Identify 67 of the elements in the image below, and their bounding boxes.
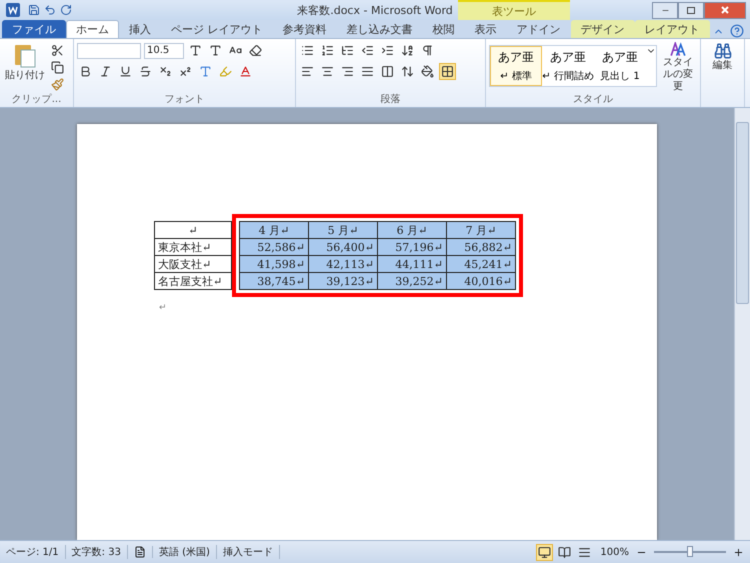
table-cell: 41,598↵	[240, 256, 308, 272]
word-count: 文字数: 33	[66, 545, 128, 559]
ribbon-tab[interactable]: 校閲	[422, 20, 464, 38]
zoom-level: 100%	[600, 546, 629, 558]
table-cell: 45,241↵	[446, 256, 516, 272]
table-cell: 42,113↵	[308, 256, 378, 272]
paragraph-mark: ↵	[159, 303, 168, 313]
table-cell: 40,016↵	[446, 272, 516, 290]
header-cell: ↵	[154, 222, 232, 238]
table-cell: 56,400↵	[308, 238, 378, 256]
clear-format-icon[interactable]	[247, 42, 264, 59]
help-icon[interactable]	[730, 24, 744, 38]
ribbon-tab[interactable]: 参考資料	[272, 20, 336, 38]
header-cell: 5 月↵	[308, 222, 378, 238]
style-item[interactable]: あア亜 ↵ 標準	[490, 46, 542, 86]
page-count: ページ: 1/1	[0, 545, 66, 559]
save-icon[interactable]	[28, 4, 40, 16]
close-button[interactable]	[704, 2, 746, 18]
ribbon-tab[interactable]: ページ レイアウト	[161, 20, 272, 38]
undo-icon[interactable]	[44, 4, 56, 16]
maximize-icon	[687, 6, 695, 14]
ribbon-tab[interactable]: レイアウト	[634, 20, 710, 38]
table-cell: 名古屋支社↵	[154, 272, 232, 290]
table-cell: 39,123↵	[308, 272, 378, 290]
ribbon-tab[interactable]: アドイン	[506, 20, 570, 38]
header-cell: 7 月↵	[446, 222, 516, 238]
table-cell: 57,196↵	[378, 238, 446, 256]
group-label: スタイル	[572, 93, 614, 107]
copy-icon[interactable]	[49, 59, 66, 76]
maximize-button[interactable]	[678, 2, 704, 18]
header-cell: 4 月↵	[240, 222, 308, 238]
group-label: 段落	[380, 93, 402, 107]
borders-icon[interactable]	[439, 63, 456, 80]
change-styles-button[interactable]: スタイルの変更	[659, 42, 697, 93]
font-name-field[interactable]	[77, 42, 141, 58]
insert-mode: 挿入モード	[216, 545, 280, 559]
redo-icon[interactable]	[60, 4, 72, 16]
table-cell: 56,882↵	[446, 238, 516, 256]
clipboard-icon	[14, 42, 36, 68]
language: 英語 (米国)	[152, 545, 217, 559]
group-label: フォント	[164, 93, 206, 107]
table-cell: 44,111↵	[378, 256, 446, 272]
shading-icon[interactable]	[419, 63, 436, 80]
paste-button[interactable]: 貼り付け	[3, 42, 47, 93]
vertical-scrollbar[interactable]	[734, 108, 750, 540]
table-cell: 東京本社↵	[154, 238, 232, 256]
binoculars-icon	[714, 42, 732, 60]
table-cell: 大阪支社↵	[154, 256, 232, 272]
ribbon-tab[interactable]: 挿入	[119, 20, 161, 38]
ribbon-tab[interactable]: ホーム	[66, 20, 119, 38]
print-layout-icon[interactable]	[536, 544, 554, 560]
zoom-in-icon[interactable]	[733, 546, 744, 558]
group-label: クリップ...	[10, 93, 62, 107]
table-cell: 38,745↵	[240, 272, 308, 290]
window-title: 来客数.docx - Microsoft Word	[297, 2, 453, 18]
editing-button[interactable]: 編集	[704, 42, 741, 107]
ribbon-tab[interactable]: 差し込み文書	[336, 20, 422, 38]
font-size-field[interactable]: 10.5	[144, 42, 184, 58]
ribbon-tab[interactable]: デザイン	[570, 20, 634, 38]
close-icon	[721, 6, 729, 14]
ribbon-tab[interactable]: ファイル	[2, 20, 66, 38]
header-cell: 6 月↵	[378, 222, 446, 238]
contextual-tab-header: 表ツール	[458, 0, 570, 20]
ribbon-tab[interactable]: 表示	[464, 20, 506, 38]
table-cell: 52,586↵	[240, 238, 308, 256]
word-logo-icon	[6, 3, 20, 17]
table-cell: 39,252↵	[378, 272, 446, 290]
